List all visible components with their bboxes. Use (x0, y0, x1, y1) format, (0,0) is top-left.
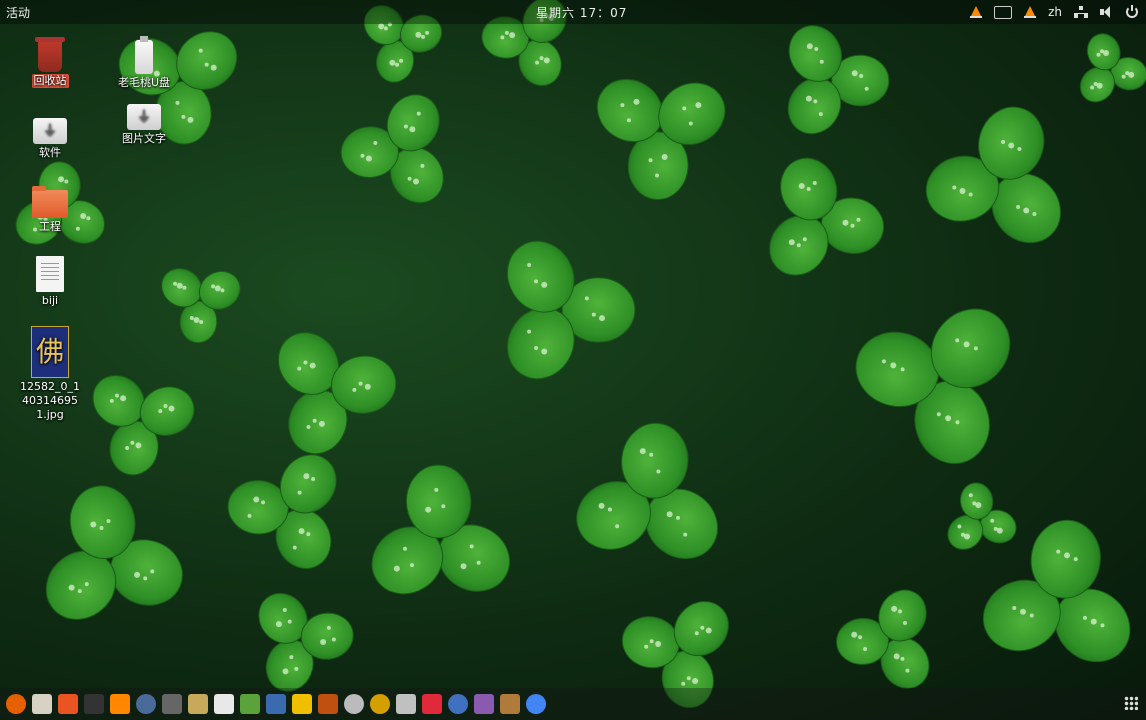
clover (787, 25, 890, 135)
clover (855, 308, 1011, 465)
cone-app-icon[interactable] (318, 694, 338, 714)
chrome-icon[interactable] (526, 694, 546, 714)
folder-icon (32, 186, 68, 218)
image-file-icon: 佛 (31, 326, 69, 378)
clover (277, 332, 397, 455)
text-document-icon (36, 256, 64, 292)
vlc-icon[interactable] (970, 6, 983, 18)
input-method-label[interactable]: zh (1048, 5, 1062, 19)
xterm-icon[interactable] (266, 694, 286, 714)
text-editor-icon[interactable] (214, 694, 234, 714)
clover (340, 94, 444, 204)
desktop-icon-label: 软件 (39, 146, 61, 159)
mail-icon[interactable] (396, 694, 416, 714)
music-icon[interactable] (422, 694, 442, 714)
desktop-icon-project[interactable]: 工程 (10, 186, 90, 234)
terminal-icon[interactable] (84, 694, 104, 714)
clover (45, 485, 183, 620)
drive-icon (127, 104, 161, 130)
usb-drive-icon (135, 36, 153, 74)
clover (161, 268, 241, 344)
desktop-icon-image-text[interactable]: 图片文字 (104, 104, 184, 146)
clover (92, 374, 195, 476)
screen-recorder-icon[interactable] (994, 5, 1013, 19)
desktop-icon-label: 老毛桃U盘 (117, 76, 171, 89)
archive-icon[interactable] (188, 694, 208, 714)
system-tray: zh (970, 2, 1138, 22)
yellow-app-icon[interactable] (292, 694, 312, 714)
desktop-icon-image-file[interactable]: 佛 12582_0_1403146951.jpg (10, 326, 90, 422)
activities-button[interactable]: 活动 (6, 4, 30, 21)
top-panel: 活动 星期六 17：07 zh (0, 0, 1146, 24)
desktop-icon-label: 图片文字 (122, 132, 166, 145)
clover (596, 78, 726, 200)
clover (506, 240, 636, 380)
desktop-icon-label: 工程 (39, 220, 61, 233)
firefox-icon[interactable] (6, 694, 26, 714)
network-icon[interactable] (1074, 6, 1088, 18)
show-applications-grid-icon[interactable] (1124, 696, 1138, 710)
desktop-icon-usb[interactable]: 老毛桃U盘 (104, 36, 184, 90)
video-icon[interactable] (474, 694, 494, 714)
disc-icon[interactable] (344, 694, 364, 714)
volume-icon[interactable] (1100, 6, 1114, 18)
music-player-icon[interactable] (370, 694, 390, 714)
vlc-icon[interactable] (110, 694, 130, 714)
desktop-icon-label: 12582_0_1403146951.jpg (20, 380, 80, 421)
globe-icon[interactable] (448, 694, 468, 714)
desktop-icon-label: 回收站 (31, 74, 69, 88)
files-icon[interactable] (32, 694, 52, 714)
clover (258, 592, 354, 692)
vlc-icon[interactable] (1024, 6, 1037, 18)
clover (836, 589, 930, 689)
trash-icon (35, 37, 65, 72)
power-icon[interactable] (1126, 5, 1138, 18)
desktop-icon-software[interactable]: 软件 (10, 118, 90, 160)
clover (227, 454, 337, 569)
desktop-icon-biji[interactable]: biji (10, 256, 90, 308)
software-center-icon[interactable] (58, 694, 78, 714)
clover (925, 106, 1061, 244)
clock-icon[interactable] (136, 694, 156, 714)
green-app-icon[interactable] (240, 694, 260, 714)
dock (0, 688, 1146, 720)
package-icon[interactable] (500, 694, 520, 714)
clover (1079, 33, 1146, 103)
desktop-icon-trash[interactable]: 回收站 (10, 37, 90, 88)
drive-icon (33, 118, 67, 144)
clover (371, 464, 511, 595)
clock[interactable]: 星期六 17：07 (536, 4, 627, 21)
clover (769, 157, 885, 276)
tool-icon[interactable] (162, 694, 182, 714)
clover (576, 422, 719, 560)
clover (947, 482, 1017, 550)
desktop-icon-label: biji (41, 294, 59, 307)
